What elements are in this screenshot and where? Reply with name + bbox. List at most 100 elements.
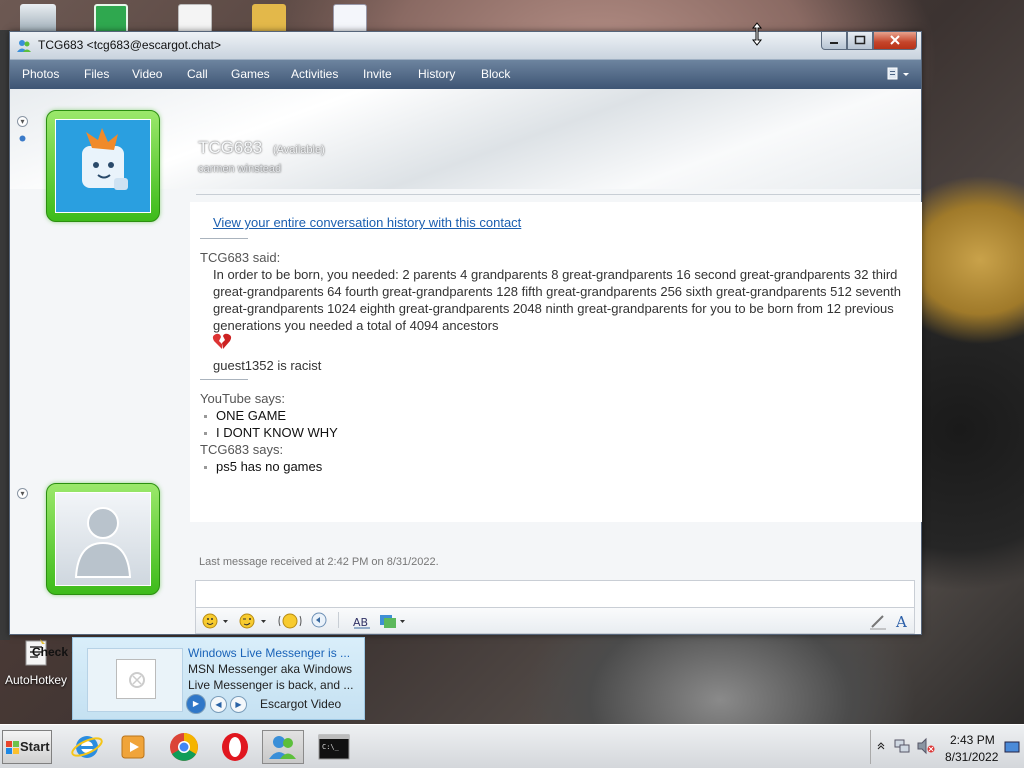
message-separator	[200, 379, 248, 380]
options-menu-button[interactable]	[887, 67, 911, 84]
self-avatar	[55, 492, 151, 586]
maximize-button[interactable]	[847, 32, 873, 50]
pen-icon	[870, 615, 886, 630]
word-document-icon[interactable]	[333, 4, 367, 34]
media-player-icon	[121, 735, 145, 759]
placeholder-image-icon	[116, 659, 156, 699]
message-text: In order to be born, you needed: 2 paren…	[213, 267, 901, 333]
conversation-history-link[interactable]: View your entire conversation history wi…	[213, 215, 521, 230]
handwriting-button[interactable]	[868, 612, 888, 630]
list-item: ONE GAME	[204, 408, 286, 423]
minimize-icon	[830, 42, 838, 44]
contact-avatar-frame[interactable]	[46, 110, 160, 222]
self-avatar-frame[interactable]	[46, 483, 160, 595]
internet-explorer-taskbar[interactable]	[66, 730, 108, 764]
list-item: I DONT KNOW WHY	[204, 425, 338, 440]
conversation-pane[interactable]: View your entire conversation history wi…	[190, 202, 922, 522]
message-text: guest1352 is racist	[213, 358, 322, 373]
notification-body: MSN Messenger aka Windows Live Messenger…	[188, 662, 354, 692]
menu-bar: Photos Files Video Call Games Activities…	[10, 60, 921, 89]
svg-text:C:\_: C:\_	[322, 743, 340, 751]
play-button[interactable]: ▶	[186, 694, 206, 714]
document-icon[interactable]	[178, 4, 212, 34]
last-message-timestamp: Last message received at 2:42 PM on 8/31…	[199, 556, 439, 568]
show-desktop-button[interactable]	[1004, 741, 1020, 756]
show-hidden-icons-button[interactable]	[876, 739, 886, 754]
video-thumbnail[interactable]	[87, 648, 183, 712]
background-icon	[380, 615, 405, 628]
maximize-icon	[854, 35, 866, 45]
command-prompt-icon: C:\_	[318, 734, 350, 760]
menu-history[interactable]: History	[418, 67, 455, 81]
autohotkey-label: AutoHotkey	[4, 673, 68, 687]
start-label: Start	[20, 739, 50, 754]
messenger-icon	[269, 736, 296, 759]
collapse-contact-arrow[interactable]: ▾	[17, 116, 28, 127]
messenger-taskbar[interactable]	[262, 730, 304, 764]
menu-activities[interactable]: Activities	[291, 67, 338, 81]
start-button[interactable]: Start	[2, 730, 52, 764]
message-input[interactable]	[195, 580, 915, 608]
emoticon-button[interactable]	[202, 612, 230, 630]
internet-explorer-icon	[71, 736, 103, 758]
collapse-self-arrow[interactable]: ▾	[17, 488, 28, 499]
menu-files[interactable]: Files	[84, 67, 109, 81]
text-mode-button[interactable]: A	[894, 612, 912, 631]
nudge-button[interactable]	[276, 612, 304, 630]
opera-taskbar[interactable]	[214, 730, 256, 764]
options-icon	[887, 67, 909, 80]
nudge-icon	[278, 613, 302, 629]
messenger-buddy-icon	[17, 40, 31, 52]
toolbar-divider	[338, 612, 339, 628]
desktop-top-icons	[0, 0, 400, 34]
command-prompt-taskbar[interactable]: C:\_	[313, 730, 355, 764]
background-button[interactable]	[378, 612, 408, 630]
cartoon-character-icon	[82, 128, 128, 190]
notification-title[interactable]: Windows Live Messenger is ...	[188, 646, 360, 660]
clock-date[interactable]: 8/31/2022	[945, 750, 998, 764]
default-user-icon	[74, 507, 132, 578]
green-app-icon[interactable]	[94, 4, 128, 34]
title-bar[interactable]: TCG683 <tcg683@escargot.chat>	[10, 32, 921, 60]
folder-icon[interactable]	[252, 4, 286, 34]
chrome-taskbar[interactable]	[163, 730, 205, 764]
broken-heart-icon	[212, 333, 232, 349]
menu-photos[interactable]: Photos	[22, 67, 59, 81]
minimize-button[interactable]	[821, 32, 847, 50]
speaker-label: TCG683 said:	[200, 250, 281, 265]
font-button[interactable]: AB	[352, 612, 372, 630]
svg-text:AB: AB	[353, 616, 368, 629]
menu-block[interactable]: Block	[481, 67, 510, 81]
speaker-label: TCG683 says:	[200, 442, 284, 457]
network-icon[interactable]	[893, 737, 911, 758]
news-notification[interactable]: Windows Live Messenger is ... MSN Messen…	[72, 637, 365, 720]
close-button[interactable]	[873, 32, 917, 50]
clock-time[interactable]: 2:43 PM	[950, 733, 995, 747]
speaker-label: YouTube says:	[200, 391, 286, 406]
menu-video[interactable]: Video	[132, 67, 162, 81]
media-player-taskbar[interactable]	[112, 730, 154, 764]
text-icon: A	[895, 613, 907, 631]
svg-text:A: A	[895, 613, 907, 630]
voice-clip-button[interactable]	[310, 612, 330, 630]
wink-button[interactable]	[238, 612, 268, 630]
opera-icon	[222, 733, 248, 761]
contact-status: (Available)	[273, 144, 325, 156]
tray-divider	[870, 730, 871, 764]
window-title: TCG683 <tcg683@escargot.chat>	[38, 38, 221, 52]
menu-games[interactable]: Games	[231, 67, 270, 81]
contact-avatar	[55, 119, 151, 213]
resize-cursor-icon	[751, 22, 763, 46]
voice-clip-icon	[311, 612, 327, 628]
message-separator	[200, 238, 248, 239]
menu-call[interactable]: Call	[187, 67, 208, 81]
previous-button[interactable]: ◀	[210, 696, 227, 713]
next-button[interactable]: ▶	[230, 696, 247, 713]
show-desktop-icon	[1004, 741, 1020, 753]
messenger-window: TCG683 <tcg683@escargot.chat> Photos Fil…	[9, 31, 922, 659]
menu-invite[interactable]: Invite	[363, 67, 392, 81]
volume-muted-icon[interactable]	[916, 737, 936, 758]
status-dot-icon	[17, 133, 28, 144]
recycle-bin-icon[interactable]	[20, 4, 56, 34]
close-icon	[890, 35, 900, 45]
